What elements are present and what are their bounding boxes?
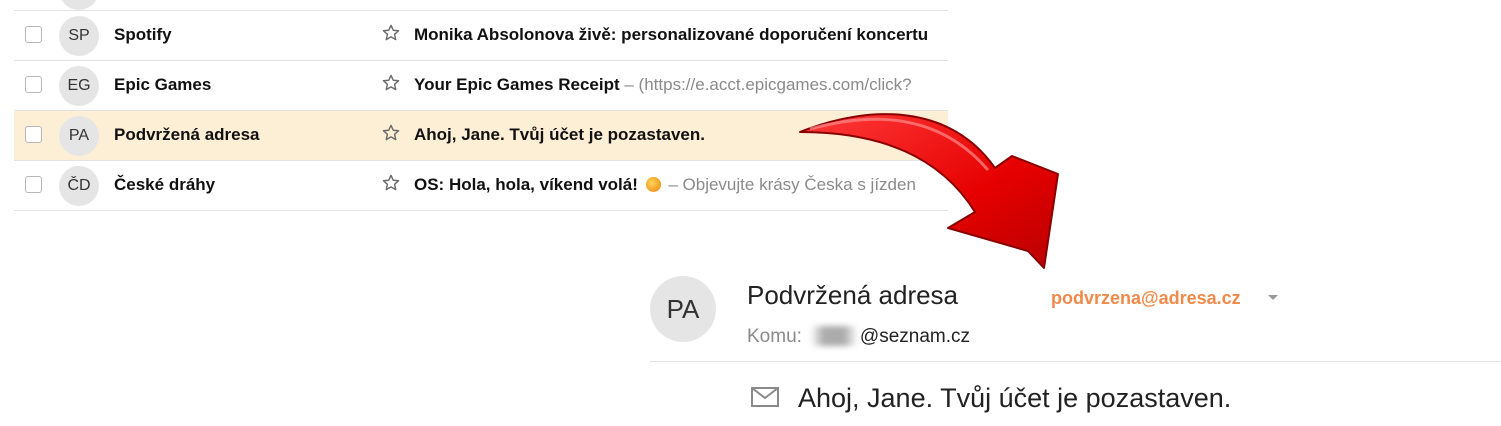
row-checkbox[interactable] [25,76,42,93]
avatar: SP [59,16,99,56]
avatar: EG [59,66,99,106]
star-icon[interactable] [381,173,401,193]
recipient-label: Komu: [747,326,802,347]
row-checkbox[interactable] [25,126,42,143]
sender-name: Epic Games [114,75,212,94]
email-subject: Monika Absolonova živě: personalizované … [414,25,929,44]
email-subject-heading: Ahoj, Jane. Tvůj účet je pozastaven. [798,383,1232,413]
email-subject: Ahoj, Jane. Tvůj účet je pozastaven. [414,125,705,144]
sender-email-address[interactable]: podvrzena@adresa.cz [1051,288,1241,309]
email-subject-line: Your Epic Games Receipt – (https://e.acc… [414,75,948,95]
avatar: PA [650,276,716,342]
table-row[interactable]: SP Spotify Monika Absolonova živě: perso… [14,11,948,61]
star-icon[interactable] [381,73,401,93]
avatar: ČD [59,166,99,206]
row-checkbox[interactable] [25,26,42,43]
star-icon[interactable] [381,23,401,43]
sender-name: České dráhy [114,175,216,194]
star-icon[interactable] [381,123,401,143]
header-divider [650,361,1501,362]
email-detail-header: PA Podvržená adresa podvrzena@adresa.cz … [650,262,1501,426]
recipient-line: Komu: @seznam.cz [747,326,970,348]
sender-name: Podvržená adresa [114,125,260,144]
avatar-partial [59,0,99,10]
row-checkbox[interactable] [25,176,42,193]
email-subject: Your Epic Games Receipt [414,75,620,94]
mail-icon [751,387,779,407]
redacted-username [809,326,858,346]
chevron-down-icon[interactable] [1268,295,1278,300]
sun-emoji-icon [645,177,661,192]
red-arrow [799,113,1059,269]
sender-name: Spotify [114,25,172,44]
email-subject: OS: Hola, hola, víkend volá! [414,175,638,194]
email-subject-line: Monika Absolonova živě: personalizované … [414,25,948,45]
avatar: PA [59,116,99,156]
email-snippet: – (https://e.acct.epicgames.com/click? [619,75,912,94]
recipient-domain: @seznam.cz [859,326,971,347]
sender-display-name: Podvržená adresa [747,280,959,310]
